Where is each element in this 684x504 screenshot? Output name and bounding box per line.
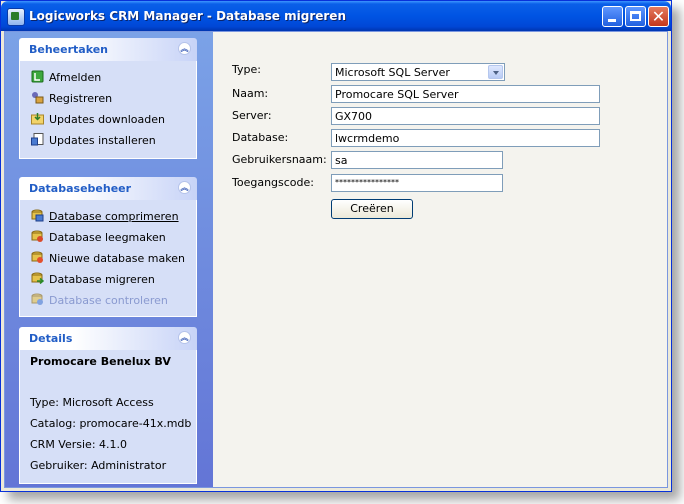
- task-database-migreren[interactable]: Database migreren: [20, 269, 196, 290]
- username-label: Gebruikersnaam:: [232, 153, 327, 166]
- check-db-icon: [31, 293, 43, 305]
- task-registreren[interactable]: Registreren: [20, 88, 196, 109]
- database-input[interactable]: lwcrmdemo: [331, 129, 600, 147]
- collapse-icon[interactable]: ︽: [178, 181, 191, 194]
- app-window: Logicworks CRM Manager - Database migrer…: [0, 0, 672, 492]
- task-label: Database leegmaken: [49, 231, 166, 244]
- register-icon: [32, 92, 44, 104]
- panel-title: Details: [29, 332, 73, 345]
- window-title: Logicworks CRM Manager - Database migrer…: [29, 9, 346, 23]
- task-label: Afmelden: [49, 71, 102, 84]
- details-user: Gebruiker: Administrator: [30, 459, 167, 472]
- title-bar[interactable]: Logicworks CRM Manager - Database migrer…: [1, 1, 671, 31]
- download-icon: [31, 113, 44, 125]
- panel-databasebeheer: Databasebeheer ︽ Database comprimeren Da…: [19, 177, 197, 317]
- task-updates-installeren[interactable]: Updates installeren: [20, 130, 196, 151]
- chevron-down-icon[interactable]: [488, 65, 503, 79]
- task-database-comprimeren[interactable]: Database comprimeren: [20, 206, 196, 227]
- task-database-leegmaken[interactable]: Database leegmaken: [20, 227, 196, 248]
- database-label: Database:: [232, 131, 289, 144]
- close-icon: ✕: [651, 7, 666, 26]
- task-afmelden[interactable]: Afmelden: [20, 67, 196, 88]
- collapse-icon[interactable]: ︽: [178, 331, 191, 344]
- client-area: Beheertaken ︽ Afmelden Registreren Updat…: [4, 31, 668, 488]
- panel-title: Beheertaken: [29, 43, 109, 56]
- type-label: Type:: [232, 63, 261, 76]
- app-icon: [7, 8, 25, 26]
- details-version: CRM Versie: 4.1.0: [30, 438, 128, 451]
- username-input[interactable]: sa: [331, 151, 503, 169]
- minimize-icon: [608, 19, 616, 22]
- password-input[interactable]: ****************: [331, 174, 503, 192]
- task-label: Nieuwe database maken: [49, 252, 185, 265]
- task-database-controleren[interactable]: Database controleren: [20, 290, 196, 311]
- panel-databasebeheer-header[interactable]: Databasebeheer ︽: [19, 177, 197, 200]
- server-label: Server:: [232, 109, 272, 122]
- panel-title: Databasebeheer: [29, 182, 132, 195]
- migrate-icon: [31, 272, 44, 285]
- maximize-button[interactable]: [625, 6, 646, 27]
- server-input[interactable]: GX700: [331, 107, 600, 125]
- new-db-icon: [31, 251, 43, 263]
- details-type: Type: Microsoft Access: [30, 396, 154, 409]
- collapse-icon[interactable]: ︽: [178, 42, 191, 55]
- panel-beheertaken: Beheertaken ︽ Afmelden Registreren Updat…: [19, 38, 197, 159]
- task-label: Database migreren: [49, 273, 155, 286]
- panel-details-header[interactable]: Details ︽: [19, 327, 197, 350]
- compress-icon: [31, 209, 44, 222]
- panel-details-body: Promocare Benelux BV Type: Microsoft Acc…: [19, 350, 197, 484]
- minimize-button[interactable]: [602, 6, 623, 27]
- task-label: Updates installeren: [49, 134, 156, 147]
- panel-beheertaken-header[interactable]: Beheertaken ︽: [19, 38, 197, 61]
- password-label: Toegangscode:: [232, 176, 314, 189]
- type-select[interactable]: Microsoft SQL Server: [331, 63, 505, 81]
- empty-db-icon: [31, 230, 43, 242]
- main-panel: Type: Microsoft SQL Server Naam: Promoca…: [213, 32, 667, 487]
- task-label: Updates downloaden: [49, 113, 165, 126]
- logout-icon: [31, 70, 44, 83]
- type-select-value: Microsoft SQL Server: [335, 66, 450, 79]
- details-catalog: Catalog: promocare-41x.mdb: [30, 417, 192, 430]
- install-icon: [31, 133, 44, 146]
- maximize-icon: [630, 11, 641, 21]
- task-updates-downloaden[interactable]: Updates downloaden: [20, 109, 196, 130]
- task-nieuwe-database-maken[interactable]: Nieuwe database maken: [20, 248, 196, 269]
- details-company: Promocare Benelux BV: [30, 355, 171, 368]
- task-label: Registreren: [49, 92, 113, 105]
- name-input[interactable]: Promocare SQL Server: [331, 85, 600, 103]
- panel-beheertaken-body: Afmelden Registreren Updates downloaden …: [19, 61, 197, 159]
- close-button[interactable]: ✕: [648, 6, 669, 27]
- task-label: Database comprimeren: [49, 210, 179, 223]
- panel-details: Details ︽ Promocare Benelux BV Type: Mic…: [19, 327, 197, 484]
- task-pane: Beheertaken ︽ Afmelden Registreren Updat…: [5, 32, 213, 487]
- task-label: Database controleren: [49, 294, 168, 307]
- create-button[interactable]: Creëren: [331, 199, 413, 219]
- name-label: Naam:: [232, 87, 269, 100]
- panel-databasebeheer-body: Database comprimeren Database leegmaken …: [19, 200, 197, 317]
